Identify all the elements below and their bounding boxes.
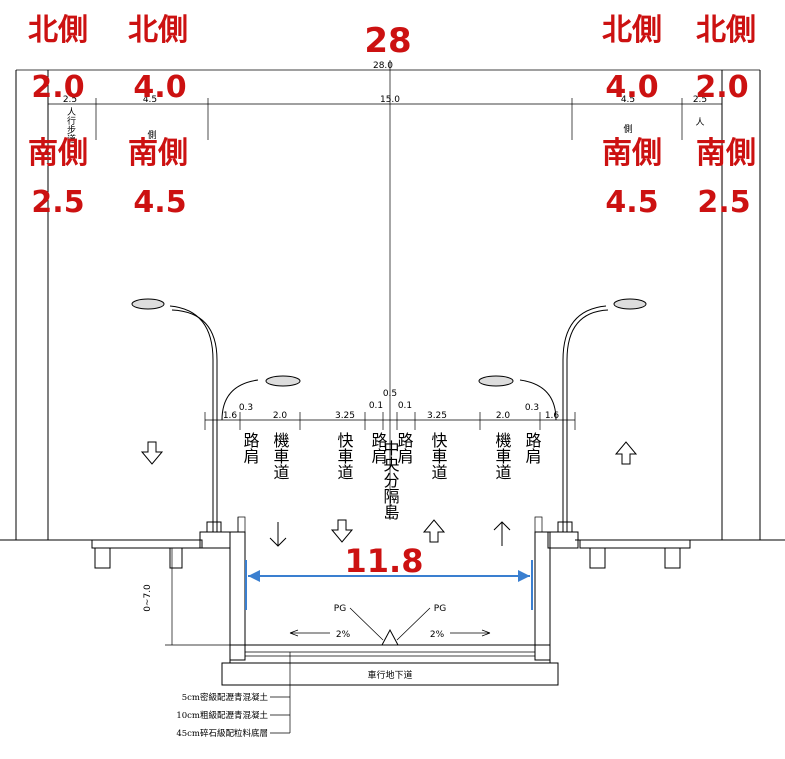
dim-moto-left: 2.0 bbox=[273, 411, 288, 421]
legend-layer-1: 5cm密級配瀝青混凝土 bbox=[182, 692, 269, 703]
label-shoulder-left: 路肩 bbox=[241, 432, 260, 465]
left-north-label-1: 北側 bbox=[28, 13, 88, 48]
label-moto-left: 機車道 bbox=[271, 432, 290, 480]
right-north-label-1: 北側 bbox=[602, 13, 662, 48]
right-sidewalk-vertical: 人 bbox=[695, 117, 704, 128]
left-south-label-2: 南側 bbox=[128, 136, 188, 171]
pg-right: PG bbox=[434, 604, 446, 614]
dim-median-edge-left: 0.1 bbox=[369, 401, 383, 411]
legend-layer-2: 10cm粗級配瀝青混凝土 bbox=[176, 710, 268, 721]
right-sidepath-vertical: 側 bbox=[623, 123, 632, 135]
dim-shoulder-left: 0.3 bbox=[239, 403, 253, 413]
arrow-up-icon bbox=[614, 441, 638, 465]
label-fast-left: 快車道 bbox=[335, 432, 354, 480]
right-south-label-1: 南側 bbox=[602, 136, 662, 171]
underpass-width-label: 11.8 bbox=[345, 542, 424, 580]
underpass-name: 車行地下道 bbox=[367, 669, 412, 681]
label-shoulder-right: 路肩 bbox=[523, 432, 542, 465]
arrow-down-icon bbox=[330, 519, 354, 543]
dim-moto-right: 2.0 bbox=[496, 411, 511, 421]
slope-left: 2% bbox=[336, 630, 351, 640]
red-annotations: 28 北側 北側 2.0 4.0 南側 南側 2.5 4.5 北側 北側 4.0… bbox=[28, 13, 756, 220]
dim-fast-left: 3.25 bbox=[335, 411, 355, 421]
depth-label: 0~7.0 bbox=[143, 584, 153, 612]
dim-shoulder-outer-left: 1.6 bbox=[223, 411, 238, 421]
arrow-up-icon bbox=[422, 519, 446, 543]
label-fast-right: 快車道 bbox=[429, 432, 448, 480]
left-north-sidepath: 4.0 bbox=[133, 70, 186, 105]
half-width-small: 15.0 bbox=[380, 95, 400, 105]
left-north-sidewalk: 2.0 bbox=[31, 70, 84, 105]
label-shoulder-median-right: 路肩 bbox=[395, 432, 414, 465]
dim-shoulder-right: 0.3 bbox=[525, 403, 539, 413]
right-north-label-2: 北側 bbox=[696, 13, 756, 48]
dim-median: 0.5 bbox=[383, 389, 397, 399]
right-south-sidepath: 4.5 bbox=[605, 185, 658, 220]
dim-fast-right: 3.25 bbox=[427, 411, 447, 421]
total-width-small: 28.0 bbox=[373, 61, 393, 71]
pg-left: PG bbox=[334, 604, 346, 614]
right-south-label-2: 南側 bbox=[696, 136, 756, 171]
left-south-label-1: 南側 bbox=[28, 136, 88, 171]
arrow-down-icon bbox=[269, 522, 287, 547]
cross-section-diagram: 28.0 15.0 2.5 4.5 4.5 2.5 側 側 人 人行步道 1.6… bbox=[0, 13, 785, 739]
dim-median-edge-right: 0.1 bbox=[398, 401, 412, 411]
total-width-label: 28 bbox=[364, 21, 411, 61]
left-south-sidewalk: 2.5 bbox=[31, 185, 84, 220]
right-north-sidewalk: 2.0 bbox=[695, 70, 748, 105]
right-north-sidepath: 4.0 bbox=[605, 70, 658, 105]
lane-labels: 路肩 機車道 快車道 路肩 中央分隔島 路肩 快車道 機車道 路肩 bbox=[241, 432, 542, 520]
legend-layer-3: 45cm碎石級配粒料底層 bbox=[176, 728, 268, 739]
left-south-sidepath: 4.5 bbox=[133, 185, 186, 220]
pavement-legend: 5cm密級配瀝青混凝土 10cm粗級配瀝青混凝土 45cm碎石級配粒料底層 bbox=[176, 652, 291, 739]
underpass-width-dimension: 11.8 bbox=[245, 542, 533, 610]
arrow-up-icon bbox=[493, 521, 511, 546]
left-north-label-2: 北側 bbox=[128, 13, 188, 48]
right-south-sidewalk: 2.5 bbox=[697, 185, 750, 220]
label-moto-right: 機車道 bbox=[493, 432, 512, 480]
slope-right: 2% bbox=[430, 630, 445, 640]
arrow-down-icon bbox=[140, 441, 164, 465]
dim-shoulder-outer-right: 1.6 bbox=[545, 411, 560, 421]
